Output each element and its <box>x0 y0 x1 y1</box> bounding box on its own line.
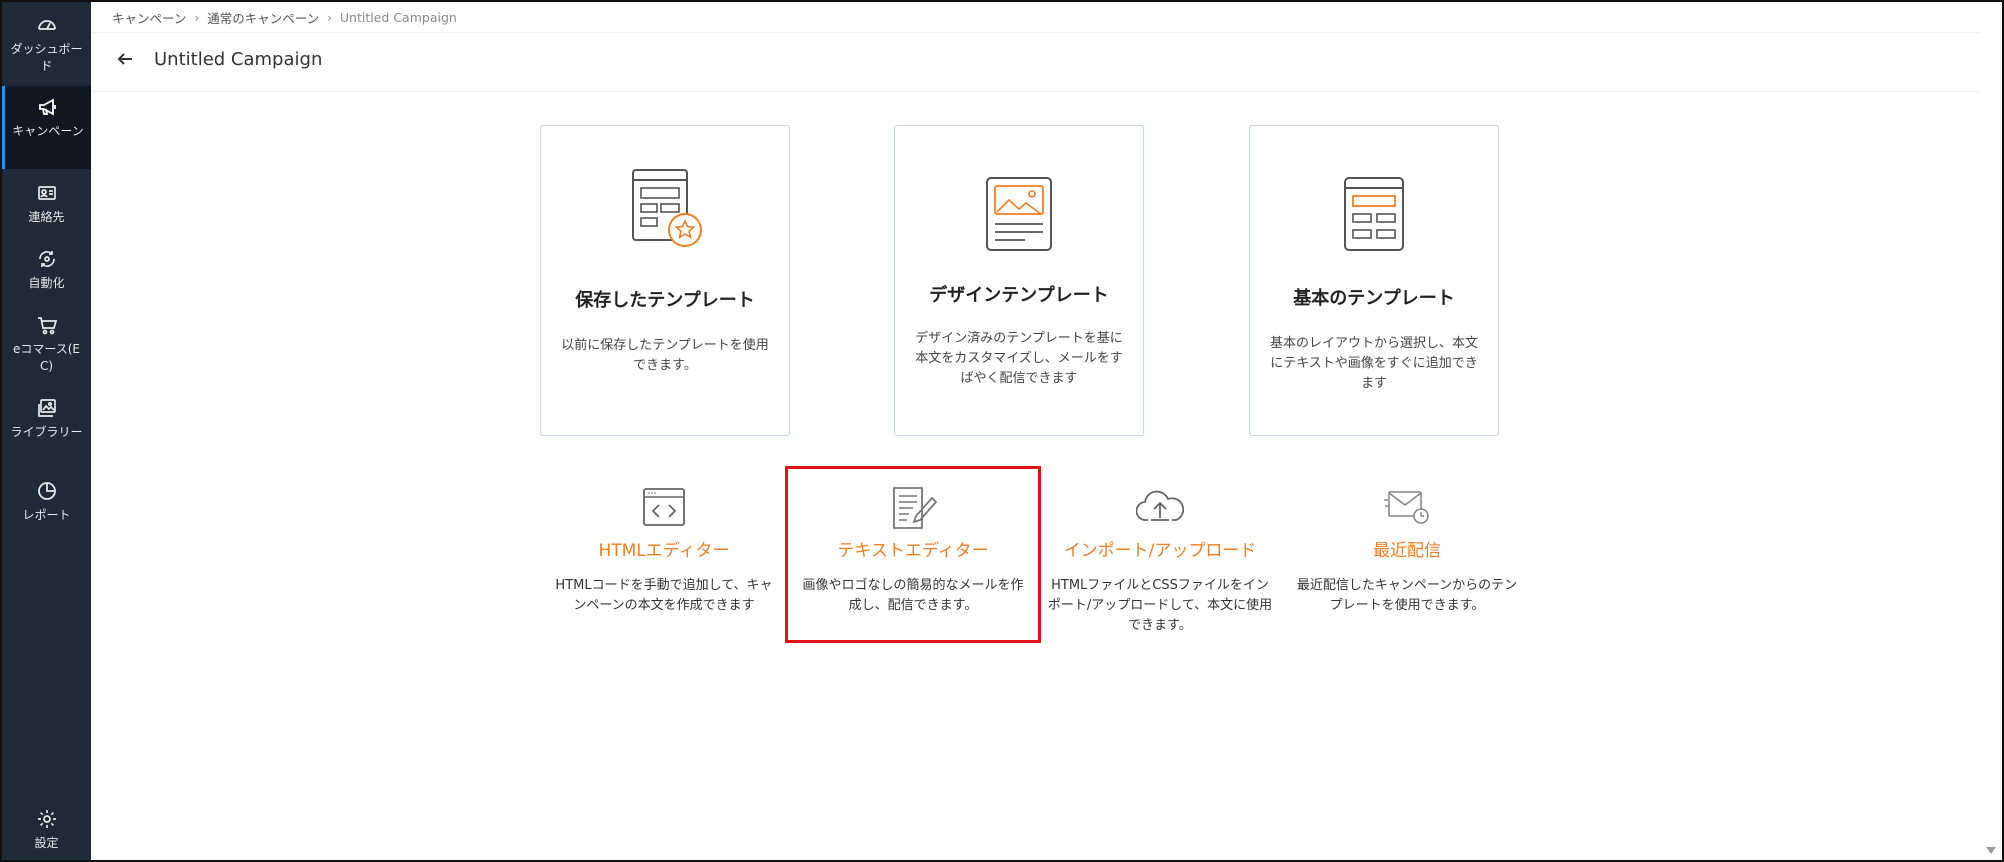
breadcrumb: キャンペーン › 通常のキャンペーン › Untitled Campaign <box>112 8 457 27</box>
sidebar-item-automation[interactable]: 自動化 <box>2 246 91 292</box>
card-title: 基本のテンプレート <box>1293 288 1455 309</box>
text-editor-option[interactable]: テキストエディター 画像やロゴなしの簡易的なメールを作成し、配信できます。 <box>785 466 1041 643</box>
sidebar-item-label: 連絡先 <box>28 210 65 224</box>
card-description: デザイン済みのテンプレートを基に本文をカスタマイズし、メールをすばやく配信できま… <box>915 331 1123 386</box>
option-title: HTMLエディター <box>598 541 730 561</box>
automation-icon <box>34 246 60 272</box>
page-title: Untitled Campaign <box>154 48 323 70</box>
header-divider <box>91 91 1981 92</box>
option-description: 最近配信したキャンペーンからのテンプレートを使用できます。 <box>1296 578 1518 613</box>
sidebar-item-settings[interactable]: 設定 <box>2 806 91 852</box>
option-title: テキストエディター <box>837 541 989 561</box>
card-title: 保存したテンプレート <box>575 290 755 311</box>
sidebar-item-label: 設定 <box>34 836 59 850</box>
breadcrumb-separator-icon: › <box>327 10 332 25</box>
back-arrow-icon[interactable] <box>114 48 136 70</box>
import-upload-option[interactable]: インポート/アップロード HTMLファイルとCSSファイルをインポート/アップロ… <box>1032 466 1288 643</box>
breadcrumb-current: Untitled Campaign <box>339 10 457 25</box>
option-description: HTMLファイルとCSSファイルをインポート/アップロードして、本文に使用できま… <box>1047 578 1273 633</box>
sidebar-item-label: 自動化 <box>28 276 65 290</box>
cloud-upload-icon <box>1032 486 1288 526</box>
recent-sent-option[interactable]: 最近配信 最近配信したキャンペーンからのテンプレートを使用できます。 <box>1279 466 1535 643</box>
sidebar: ダッシュボード キャンペーン 連絡先 自動化 eコマース(EC) ライブラリー … <box>2 2 91 860</box>
sidebar-item-label: キャンペーン <box>12 124 84 138</box>
header-divider <box>91 32 1981 33</box>
option-description: 画像やロゴなしの簡易的なメールを作成し、配信できます。 <box>802 578 1024 613</box>
basic-template-card[interactable]: 基本のテンプレート 基本のレイアウトから選択し、本文にテキストや画像をすぐに追加… <box>1249 125 1499 436</box>
scroll-down-arrow-icon[interactable] <box>1986 847 1996 854</box>
option-description: HTMLコードを手動で追加して、キャンペーンの本文を作成できます <box>555 578 773 613</box>
sidebar-item-label: ダッシュボード <box>10 42 83 73</box>
html-editor-option[interactable]: HTMLエディター HTMLコードを手動で追加して、キャンペーンの本文を作成でき… <box>536 466 792 643</box>
title-row: Untitled Campaign <box>114 48 322 70</box>
saved-template-icon <box>541 166 789 252</box>
design-template-icon <box>895 174 1143 254</box>
breadcrumb-link-regular-campaign[interactable]: 通常のキャンペーン <box>207 8 319 27</box>
megaphone-icon <box>35 94 61 120</box>
gear-icon <box>34 806 60 832</box>
gauge-icon <box>34 12 60 38</box>
text-edit-icon <box>788 486 1038 530</box>
sidebar-item-ecommerce[interactable]: eコマース(EC) <box>2 312 91 375</box>
sidebar-item-library[interactable]: ライブラリー <box>2 395 91 441</box>
design-template-card[interactable]: デザインテンプレート デザイン済みのテンプレートを基に本文をカスタマイズし、メー… <box>894 125 1144 436</box>
saved-template-card[interactable]: 保存したテンプレート 以前に保存したテンプレートを使用できます。 <box>540 125 790 436</box>
pie-chart-icon <box>34 478 60 504</box>
images-icon <box>34 395 60 421</box>
card-title: デザインテンプレート <box>929 285 1109 306</box>
card-description: 基本のレイアウトから選択し、本文にテキストや画像をすぐに追加できます <box>1269 336 1478 391</box>
sidebar-item-label: ライブラリー <box>10 425 83 439</box>
breadcrumb-separator-icon: › <box>194 10 200 25</box>
breadcrumb-link-campaigns[interactable]: キャンペーン <box>112 8 186 27</box>
code-window-icon <box>536 486 792 528</box>
sidebar-item-label: eコマース(EC) <box>12 342 81 373</box>
sidebar-item-dashboard[interactable]: ダッシュボード <box>2 12 91 75</box>
sidebar-item-reports[interactable]: レポート <box>2 478 91 524</box>
app-frame: ダッシュボード キャンペーン 連絡先 自動化 eコマース(EC) ライブラリー … <box>0 0 2004 862</box>
cart-icon <box>34 312 60 338</box>
sidebar-item-contacts[interactable]: 連絡先 <box>2 180 91 226</box>
sidebar-item-campaigns[interactable]: キャンペーン <box>2 86 91 169</box>
card-description: 以前に保存したテンプレートを使用できます。 <box>561 338 769 373</box>
vertical-scrollbar[interactable] <box>1980 2 2002 860</box>
recent-mail-icon <box>1279 486 1535 526</box>
contact-card-icon <box>34 180 60 206</box>
option-title: インポート/アップロード <box>1063 541 1257 561</box>
sidebar-item-label: レポート <box>22 508 71 522</box>
option-title: 最近配信 <box>1373 541 1441 561</box>
basic-template-icon <box>1250 174 1498 254</box>
